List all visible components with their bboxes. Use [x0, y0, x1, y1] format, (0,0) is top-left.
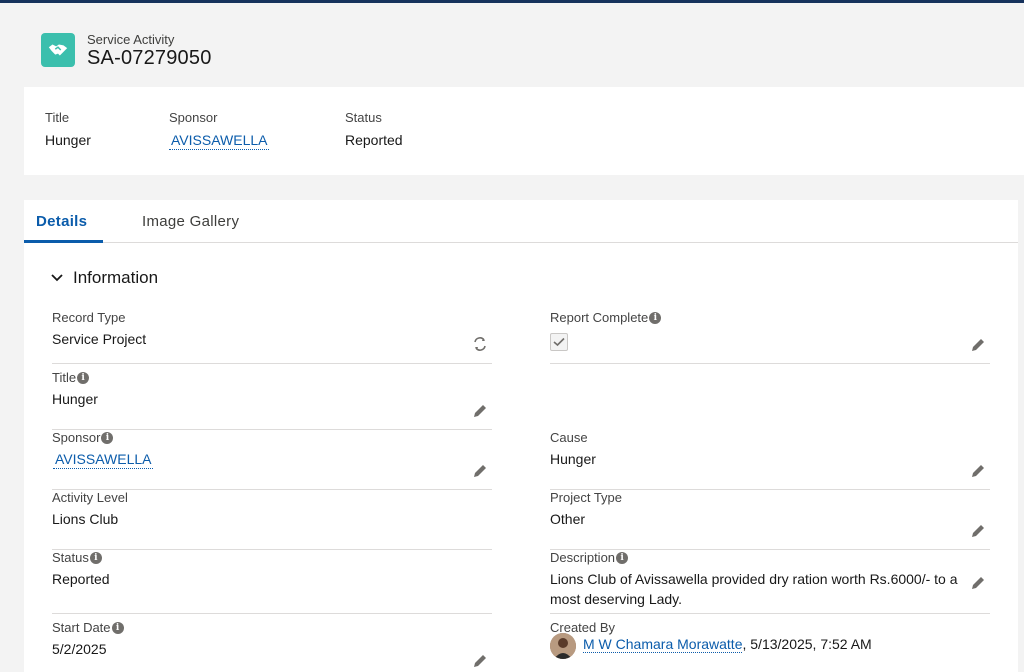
handshake-icon — [41, 33, 75, 67]
field-value: Reported — [52, 571, 110, 587]
section-information-toggle[interactable]: Information — [50, 268, 158, 288]
report-complete-checkbox — [550, 333, 568, 351]
info-icon[interactable]: i — [616, 551, 629, 564]
field-value: Lions Club — [52, 511, 119, 527]
field-label: Sponsor — [52, 430, 101, 445]
active-tab-indicator — [24, 240, 103, 243]
section-title: Information — [73, 268, 159, 287]
highlight-sponsor-label: Sponsor — [169, 110, 218, 125]
pencil-icon[interactable] — [970, 575, 986, 591]
info-icon[interactable]: i — [101, 431, 114, 444]
field-status: Status i Reported — [52, 550, 492, 614]
field-record-type: Record Type Service Project — [52, 310, 492, 364]
field-label: Record Type — [52, 310, 126, 325]
avatar[interactable] — [550, 633, 576, 659]
field-label: Project Type — [550, 490, 623, 505]
record-object-label: Service Activity — [87, 32, 175, 47]
field-created-by: Created By M W Chamara Morawatte, 5/13/2… — [550, 620, 990, 672]
field-cause: Cause Hunger — [550, 430, 990, 490]
highlight-status-label: Status — [345, 110, 382, 125]
pencil-icon[interactable] — [970, 337, 986, 353]
field-value: Hunger — [550, 451, 596, 467]
highlights-panel: Title Hunger Sponsor AVISSAWELLA Status … — [24, 87, 1024, 175]
field-start-date: Start Date i 5/2/2025 — [52, 620, 492, 672]
field-title: Title i Hunger — [52, 370, 492, 430]
chevron-down-icon — [51, 274, 63, 282]
highlight-status: Status Reported — [345, 110, 403, 148]
pencil-icon[interactable] — [970, 523, 986, 539]
field-label: Report Complete — [550, 310, 649, 325]
created-datetime: , 5/13/2025, 7:52 AM — [742, 636, 872, 652]
field-label: Activity Level — [52, 490, 128, 505]
info-icon[interactable]: i — [89, 551, 102, 564]
top-bar — [0, 0, 1024, 3]
field-label: Status — [52, 550, 89, 565]
highlight-title-label: Title — [45, 110, 70, 125]
pencil-icon[interactable] — [472, 403, 488, 419]
highlight-title-value: Hunger — [45, 132, 91, 148]
field-value: 5/2/2025 — [52, 641, 107, 657]
pencil-icon[interactable] — [472, 463, 488, 479]
field-label: Title — [52, 370, 77, 385]
field-description: Description i Lions Club of Avissawella p… — [550, 550, 990, 614]
sponsor-link[interactable]: AVISSAWELLA — [53, 451, 154, 469]
field-project-type: Project Type Other — [550, 490, 990, 550]
tab-details[interactable]: Details — [36, 213, 87, 230]
field-label: Description — [550, 550, 616, 565]
field-value: Hunger — [52, 391, 98, 407]
record-header: Service Activity SA-07279050 — [24, 20, 1024, 86]
details-card: Details Image Gallery Information Record… — [24, 200, 1018, 672]
info-icon[interactable]: i — [77, 371, 90, 384]
field-label: Start Date — [52, 620, 111, 635]
pencil-icon[interactable] — [970, 463, 986, 479]
info-icon[interactable]: i — [649, 311, 662, 324]
created-by-user-link[interactable]: M W Chamara Morawatte — [583, 636, 743, 653]
created-by-value: M W Chamara Morawatte, 5/13/2025, 7:52 A… — [583, 636, 872, 653]
field-activity-level: Activity Level Lions Club — [52, 490, 492, 550]
pencil-icon[interactable] — [472, 653, 488, 669]
highlight-sponsor-link[interactable]: AVISSAWELLA — [169, 132, 270, 150]
highlight-status-value: Reported — [345, 132, 403, 148]
field-label: Cause — [550, 430, 588, 445]
field-value: Lions Club of Avissawella provided dry r… — [550, 571, 958, 607]
highlight-title: Title Hunger — [45, 110, 91, 148]
field-report-complete: Report Complete i — [550, 310, 990, 364]
highlight-sponsor: Sponsor AVISSAWELLA — [169, 110, 270, 150]
tab-bar: Details Image Gallery — [24, 200, 1018, 243]
checkmark-icon — [553, 337, 565, 347]
field-sponsor: Sponsor i AVISSAWELLA — [52, 430, 492, 490]
tab-image-gallery[interactable]: Image Gallery — [142, 213, 239, 230]
change-record-type-icon[interactable] — [472, 336, 488, 352]
record-name: SA-07279050 — [87, 47, 212, 69]
info-icon[interactable]: i — [111, 621, 124, 634]
field-value: Service Project — [52, 331, 147, 347]
field-value: Other — [550, 511, 586, 527]
